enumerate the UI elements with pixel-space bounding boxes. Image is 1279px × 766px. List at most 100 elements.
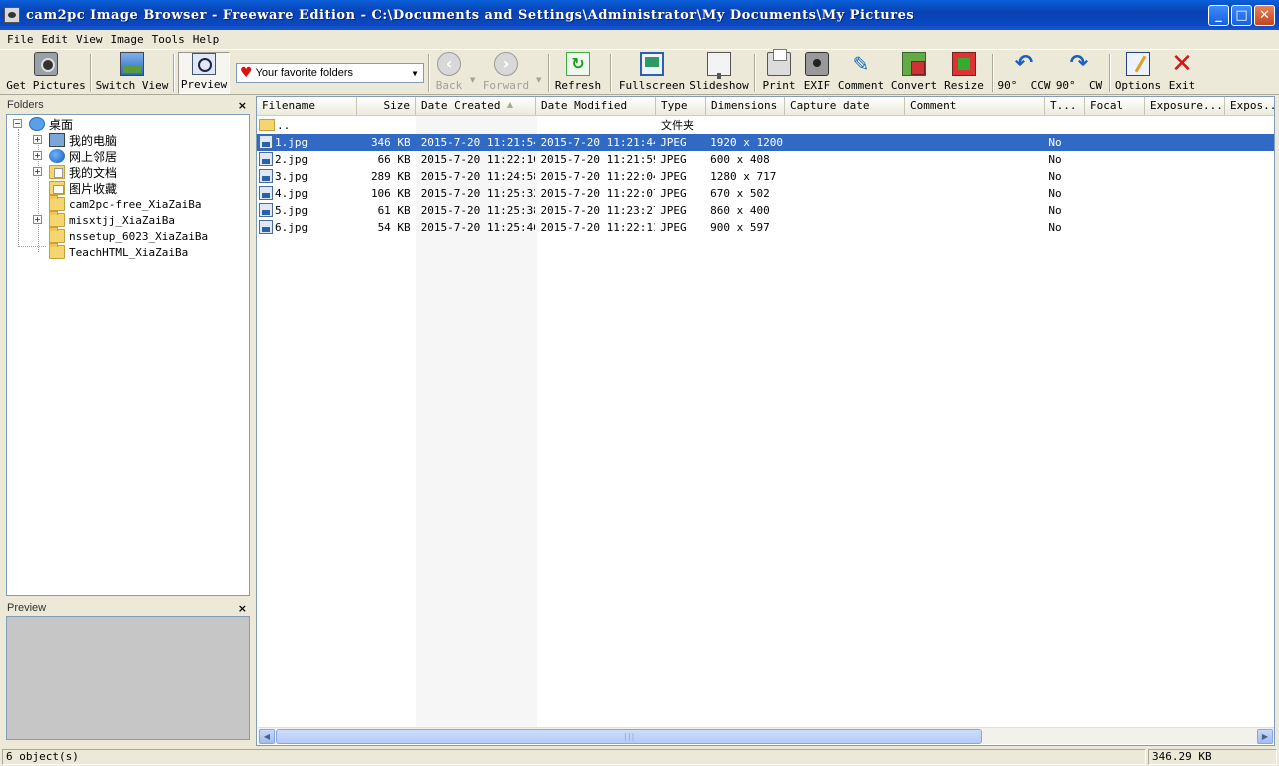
options-icon — [1126, 52, 1150, 76]
menu-view[interactable]: View — [72, 33, 107, 46]
column-date-created[interactable]: Date Created ▲ — [416, 97, 536, 115]
cell-dimensions: 1920 x 1200 — [710, 136, 783, 149]
tree-item-folder[interactable]: cam2pc-free_XiaZaiBa — [49, 195, 201, 212]
menu-help[interactable]: Help — [189, 33, 224, 46]
scrollbar-thumb[interactable] — [276, 729, 982, 744]
tree-item-folder[interactable]: nssetup_6023_XiaZaiBa — [49, 227, 208, 244]
cell-comment — [904, 219, 1044, 236]
collapse-icon[interactable]: − — [13, 119, 22, 128]
folders-panel-close-icon[interactable]: × — [238, 99, 247, 112]
tree-connector — [18, 246, 46, 247]
menu-image[interactable]: Image — [107, 33, 148, 46]
toolbar: Get Pictures Switch View Preview ♥ Your … — [0, 49, 1279, 95]
cell-date-modified: 2015-7-20 11:21:59 — [540, 153, 656, 166]
cell-comment — [904, 168, 1044, 185]
tree-item-my-computer[interactable]: + 我的电脑 — [33, 132, 117, 148]
rotate-cw-button[interactable]: ↷ 90° CW — [1054, 52, 1104, 94]
toolbar-separator — [548, 54, 550, 92]
cell-size — [357, 117, 416, 134]
expand-icon[interactable]: + — [33, 135, 42, 144]
tree-label: 网上邻居 — [69, 149, 118, 164]
favorite-folders-select[interactable]: ♥ Your favorite folders ▼ — [236, 63, 424, 83]
print-button[interactable]: Print — [759, 49, 799, 94]
close-window-button[interactable]: ✕ — [1254, 5, 1275, 26]
chevron-down-icon[interactable]: ▼ — [407, 64, 423, 82]
scroll-right-icon[interactable]: ▶ — [1257, 729, 1273, 744]
tree-item-my-documents[interactable]: + 我的文档 — [33, 164, 117, 180]
cell-date-modified: 2015-7-20 11:21:44 — [540, 136, 656, 149]
resize-button[interactable]: Resize — [942, 52, 986, 94]
preview-panel-close-icon[interactable]: × — [238, 602, 247, 615]
cell-t: No — [1048, 153, 1062, 166]
get-pictures-label: Get Pictures — [6, 79, 86, 92]
column-t[interactable]: T... — [1045, 97, 1085, 115]
slideshow-button[interactable]: Slideshow — [689, 52, 749, 94]
comment-button[interactable]: ✎ Comment — [835, 52, 887, 94]
table-row[interactable]: 3.jpg 289 KB 2015-7-20 11:24:58 2015-7-20 1… — [257, 168, 1274, 185]
camera-icon — [34, 52, 58, 76]
rotate-cw-icon: ↷ — [1069, 51, 1089, 76]
fullscreen-button[interactable]: Fullscreen — [617, 52, 687, 94]
options-button[interactable]: Options — [1113, 52, 1163, 94]
convert-button[interactable]: Convert — [889, 52, 939, 94]
expand-icon[interactable]: + — [33, 167, 42, 176]
back-button[interactable]: ‹ Back — [432, 52, 466, 94]
column-filename[interactable]: Filename — [257, 97, 357, 115]
expand-icon[interactable]: + — [33, 215, 42, 224]
menu-tools[interactable]: Tools — [148, 33, 189, 46]
cell-exposure — [1143, 219, 1223, 236]
forward-button[interactable]: › Forward — [481, 52, 531, 94]
refresh-button[interactable]: ↻ Refresh — [553, 52, 603, 94]
folders-panel-header: Folders × — [0, 97, 252, 113]
column-exposure-2[interactable]: Expos... — [1225, 97, 1274, 115]
cell-size: 61 KB — [377, 204, 411, 217]
tree-item-desktop[interactable]: − 桌面 — [13, 116, 73, 132]
horizontal-scrollbar[interactable]: ◀ ▶ — [258, 727, 1274, 744]
get-pictures-button[interactable]: Get Pictures — [4, 52, 88, 94]
minimize-button[interactable]: _ — [1208, 5, 1229, 26]
scroll-left-icon[interactable]: ◀ — [259, 729, 275, 744]
folder-tree[interactable]: − 桌面 + 我的电脑 + 网上邻居 + 我的文档 图片收藏 cam2pc-fr… — [6, 114, 250, 596]
column-comment[interactable]: Comment — [905, 97, 1045, 115]
table-row[interactable]: 1.jpg 346 KB 2015-7-20 11:21:54 2015-7-20 1… — [257, 134, 1274, 151]
menu-bar: File Edit View Image Tools Help — [0, 30, 1279, 48]
column-dimensions[interactable]: Dimensions — [706, 97, 785, 115]
column-type[interactable]: Type — [656, 97, 706, 115]
title-bar[interactable]: cam2pc Image Browser - Freeware Edition … — [0, 0, 1279, 30]
cell-size: 106 KB — [370, 187, 411, 200]
column-exposure[interactable]: Exposure... — [1145, 97, 1225, 115]
cell-date-created — [416, 117, 536, 134]
rotate-ccw-button[interactable]: ↶ 90° CCW — [996, 52, 1052, 94]
app-camera-icon[interactable] — [4, 7, 20, 23]
image-preview-area — [6, 616, 250, 740]
expand-icon[interactable]: + — [33, 151, 42, 160]
column-date-created-label: Date Created — [421, 99, 501, 112]
cell-exposure — [1143, 185, 1223, 202]
toolbar-separator — [428, 54, 430, 92]
column-focal[interactable]: Focal — [1085, 97, 1145, 115]
tree-item-network[interactable]: + 网上邻居 — [33, 148, 117, 164]
column-date-modified[interactable]: Date Modified — [536, 97, 656, 115]
exif-button[interactable]: EXIF — [801, 52, 833, 94]
forward-dropdown-icon[interactable]: ▼ — [536, 76, 541, 84]
column-capture-date[interactable]: Capture date — [785, 97, 905, 115]
pencil-icon: ✎ — [852, 52, 870, 76]
table-row[interactable]: 4.jpg 106 KB 2015-7-20 11:25:32 2015-7-20 1… — [257, 185, 1274, 202]
menu-file[interactable]: File — [3, 33, 38, 46]
file-name: 3.jpg — [275, 170, 309, 183]
menu-edit[interactable]: Edit — [38, 33, 73, 46]
table-row[interactable]: 2.jpg 66 KB 2015-7-20 11:22:10 2015-7-20 11… — [257, 151, 1274, 168]
exit-button[interactable]: ✕ Exit — [1165, 51, 1199, 94]
tree-item-my-pictures[interactable]: 图片收藏 — [49, 180, 117, 196]
file-list[interactable]: Filename Size Date Created ▲ Date Modifie… — [256, 96, 1275, 746]
parent-folder-row[interactable]: .. 文件夹 — [257, 117, 1274, 134]
switch-view-button[interactable]: Switch View — [94, 52, 170, 94]
maximize-button[interactable]: □ — [1231, 5, 1252, 26]
table-row[interactable]: 5.jpg 61 KB 2015-7-20 11:25:38 2015-7-20 11… — [257, 202, 1274, 219]
column-size[interactable]: Size — [357, 97, 416, 115]
back-dropdown-icon[interactable]: ▼ — [470, 76, 475, 84]
tree-item-folder[interactable]: TeachHTML_XiaZaiBa — [49, 243, 188, 260]
table-row[interactable]: 6.jpg 54 KB 2015-7-20 11:25:46 2015-7-20 11… — [257, 219, 1274, 236]
preview-toggle-button[interactable]: Preview — [178, 52, 230, 94]
tree-item-folder[interactable]: + misxtjj_XiaZaiBa — [33, 211, 175, 228]
